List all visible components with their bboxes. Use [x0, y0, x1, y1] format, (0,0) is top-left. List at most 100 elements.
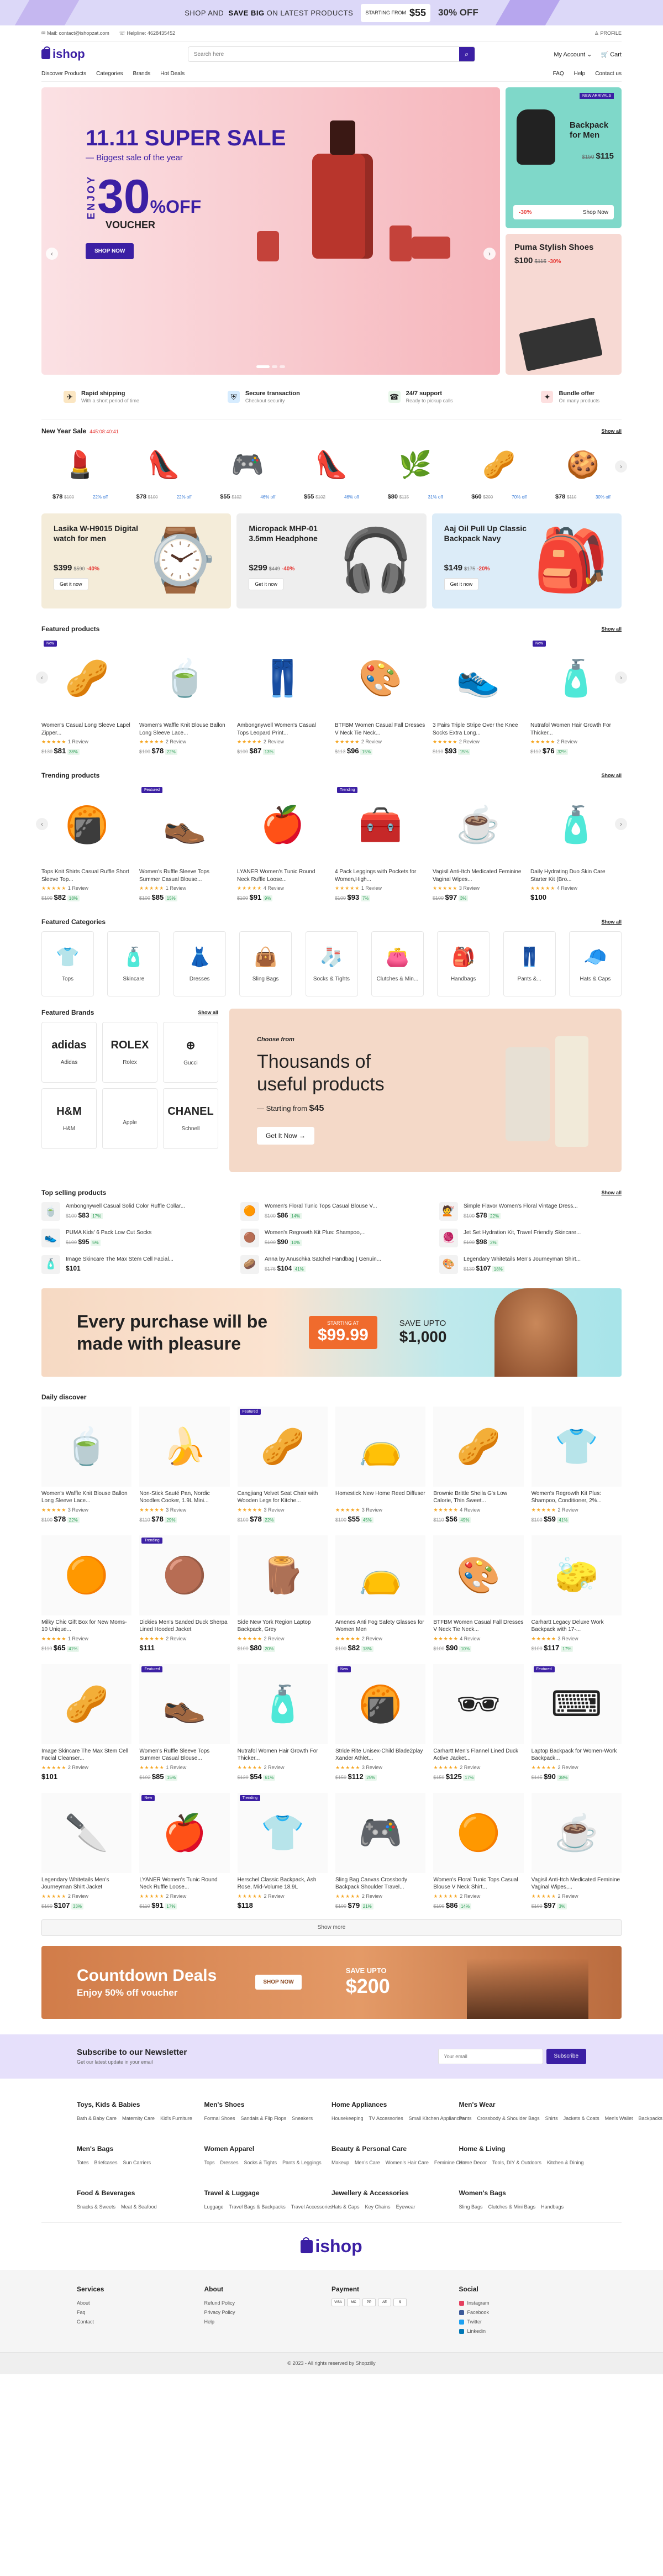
product-card[interactable]: 👕 Women's Regrowth Kit Plus: Shampoo, Co… — [531, 1406, 622, 1523]
show-all-link[interactable]: Show all — [601, 1190, 622, 1195]
product-card[interactable]: 🍌 Non-Stick Sauté Pan, Nordic Noodles Co… — [139, 1406, 230, 1523]
promo-card-backpack[interactable]: NEW ARRIVALS Backpack for Men $150 $115 … — [506, 87, 622, 228]
account-menu[interactable]: My Account ⌄ — [554, 51, 592, 58]
product-card[interactable]: 🍵 Women's Waffle Knit Blouse Ballon Long… — [139, 638, 230, 755]
get-it-now-button[interactable]: Get it now — [444, 578, 479, 591]
topbar-phone[interactable]: ☏ Helpline: 4628435452 — [119, 30, 175, 36]
product-card[interactable]: 🟠 Milky Chic Gift Box for New Moms- 10 U… — [41, 1535, 132, 1652]
cart-button[interactable]: 🛒 Cart — [601, 51, 622, 58]
show-all-link[interactable]: Show all — [601, 919, 622, 925]
card-bar[interactable]: -30% Shop Now — [513, 205, 614, 219]
category-tile[interactable]: 👕 Tops — [41, 931, 94, 996]
top-selling-item[interactable]: 🍵 Ambongnywell Casual Solid Color Ruffle … — [41, 1202, 224, 1221]
footer-category-link[interactable]: Sneakers — [292, 2116, 313, 2121]
sale-item[interactable]: 🎮 $55 $102 46% off — [220, 440, 275, 501]
show-all-link[interactable]: Show all — [601, 428, 622, 434]
footer-category-link[interactable]: Eyewear — [396, 2204, 415, 2210]
shop-now-button[interactable]: SHOP NOW — [255, 1975, 302, 1990]
footer-category-link[interactable]: Travel Accessories — [291, 2204, 333, 2210]
product-card[interactable]: ⌨ Featured Laptop Backpack for Women-Work… — [531, 1664, 622, 1781]
top-selling-item[interactable]: 🟠 Women's Floral Tunic Tops Casual Blouse… — [240, 1202, 423, 1221]
footer-category-heading[interactable]: Home & Living — [459, 2145, 587, 2153]
footer-category-heading[interactable]: Travel & Luggage — [204, 2189, 332, 2197]
chevron-left-icon[interactable]: ‹ — [46, 248, 58, 260]
search-input[interactable] — [188, 47, 459, 61]
top-selling-item[interactable]: 🥔 Anna by Anuschka Satchel Handbag | Genu… — [240, 1255, 423, 1274]
get-it-now-button[interactable]: Get It Now → — [257, 1126, 315, 1145]
product-card[interactable]: 🎨 BTFBM Women Casual Fall Dresses V Neck… — [335, 638, 426, 755]
promo-card-shoes[interactable]: Puma Stylish Shoes $100 $115 -30% — [506, 234, 622, 375]
footer-category-link[interactable]: Clutches & Mini Bags — [488, 2204, 536, 2210]
footer-category-link[interactable]: Pants — [459, 2116, 472, 2121]
show-all-link[interactable]: Show all — [601, 773, 622, 778]
footer-category-heading[interactable]: Men's Bags — [77, 2145, 204, 2153]
product-card[interactable]: 🍵 Women's Waffle Knit Blouse Ballon Long… — [41, 1406, 132, 1523]
product-card[interactable]: 🍘 New Stride Rite Unisex-Child Blade2play… — [335, 1664, 426, 1781]
footer-category-heading[interactable]: Men's Wear — [459, 2101, 587, 2108]
instagram-link[interactable]: Instagram — [459, 2299, 587, 2308]
footer-category-link[interactable]: Tops — [204, 2160, 215, 2165]
sale-item[interactable]: 🍪 $78 $110 30% off — [555, 440, 611, 501]
footer-category-link[interactable]: Key Chains — [365, 2204, 391, 2210]
product-card[interactable]: 🔪 Legendary Whitetails Men's Journeyman … — [41, 1792, 132, 1909]
show-more-button[interactable]: Show more — [41, 1919, 622, 1936]
product-card[interactable]: 🎮 Sling Bag Canvas Crossbody Backpack Sh… — [335, 1792, 426, 1909]
logo[interactable]: ishop — [41, 46, 85, 61]
deal-card[interactable]: Micropack MHP-01 3.5mm Headphone $299 $44… — [236, 513, 427, 608]
product-card[interactable]: ☕ Vagisil Anti-Itch Medicated Feminine V… — [531, 1792, 622, 1909]
brand-tile[interactable]: H&M H&M — [41, 1088, 97, 1149]
chevron-left-icon[interactable]: ‹ — [36, 671, 48, 684]
hero-shop-button[interactable]: SHOP NOW — [86, 243, 134, 260]
email-field[interactable] — [438, 2048, 543, 2064]
footer-category-link[interactable]: Sandals & Flip Flops — [241, 2116, 287, 2121]
top-selling-item[interactable]: 👟 PUMA Kids' 6 Pack Low Cut Socks $100 $95… — [41, 1228, 224, 1247]
countdown-banner[interactable]: Countdown Deals Enjoy 50% off voucher SHO… — [41, 1945, 622, 2019]
footer-link[interactable]: About — [77, 2299, 204, 2308]
show-all-link[interactable]: Show all — [198, 1010, 218, 1015]
sale-item[interactable]: 👠 $55 $102 46% off — [304, 440, 359, 501]
product-card[interactable]: 🥜 Image Skincare The Max Stem Cell Facia… — [41, 1664, 132, 1781]
category-tile[interactable]: 👜 Sling Bags — [239, 931, 292, 996]
product-card[interactable]: 🕶 Carhartt Men's Flannel Lined Duck Acti… — [433, 1664, 524, 1781]
footer-category-link[interactable]: Meat & Seafood — [121, 2204, 157, 2210]
top-selling-item[interactable]: 🧴 Image Skincare The Max Stem Cell Facial… — [41, 1255, 224, 1274]
product-card[interactable]: 🍎 New LYANER Women's Tunic Round Neck Ruf… — [139, 1792, 230, 1909]
product-card[interactable]: 👕 Trending Herschel Classic Backpack, Ash… — [237, 1792, 328, 1909]
hero-slider[interactable]: 11.11 SUPER SALE — Biggest sale of the y… — [41, 87, 500, 375]
footer-link[interactable]: Refund Policy — [204, 2299, 332, 2308]
category-tile[interactable]: 👖 Pants &... — [503, 931, 556, 996]
deal-card[interactable]: Lasika W-H9015 Digital watch for men $399… — [41, 513, 231, 608]
nav-categories[interactable]: Categories — [96, 71, 123, 77]
product-card[interactable]: 🎨 BTFBM Women Casual Fall Dresses V Neck… — [433, 1535, 524, 1652]
nav-faq[interactable]: FAQ — [553, 71, 564, 77]
top-selling-item[interactable]: 🎨 Legendary Whitetails Men's Journeyman S… — [439, 1255, 622, 1274]
show-all-link[interactable]: Show all — [601, 626, 622, 632]
footer-category-link[interactable]: Bath & Baby Care — [77, 2116, 117, 2121]
footer-category-link[interactable]: Housekeeping — [332, 2116, 364, 2121]
footer-category-heading[interactable]: Home Appliances — [332, 2101, 459, 2108]
product-card[interactable]: 👞 Featured Women's Ruffle Sleeve Tops Sum… — [139, 785, 230, 901]
footer-category-link[interactable]: Formal Shoes — [204, 2116, 235, 2121]
purchase-banner[interactable]: Every purchase will be made with pleasur… — [41, 1288, 622, 1377]
twitter-link[interactable]: Twitter — [459, 2317, 587, 2327]
sale-item[interactable]: 👠 $78 $100 22% off — [136, 440, 192, 501]
top-selling-item[interactable]: 🟤 Women's Regrowth Kit Plus: Shampoo,... $… — [240, 1228, 423, 1247]
footer-link[interactable]: Faq — [77, 2308, 204, 2317]
footer-category-link[interactable]: Crossbody & Shoulder Bags — [477, 2116, 540, 2121]
product-card[interactable]: 👝 Amenes Anti Fog Safety Glasses for Wom… — [335, 1535, 426, 1652]
footer-category-link[interactable]: Travel Bags & Backpacks — [229, 2204, 286, 2210]
deal-card[interactable]: Aaj Oil Pull Up Classic Backpack Navy $14… — [432, 513, 622, 608]
product-card[interactable]: 🍎 LYANER Women's Tunic Round Neck Ruffle… — [237, 785, 328, 901]
footer-category-link[interactable]: TV Accessories — [369, 2116, 403, 2121]
product-card[interactable]: 👝 Homestick New Home Reed Diffuser ★★★★★… — [335, 1406, 426, 1523]
chevron-right-icon[interactable]: › — [483, 248, 496, 260]
product-card[interactable]: 👟 3 Pairs Triple Stripe Over the Knee So… — [433, 638, 524, 755]
product-card[interactable]: 👖 Ambongnywell Women's Casual Tops Leopa… — [237, 638, 328, 755]
footer-category-link[interactable]: Kid's Furniture — [160, 2116, 192, 2121]
category-tile[interactable]: 🧢 Hats & Caps — [569, 931, 622, 996]
brand-tile[interactable]: CHANEL Schnell — [163, 1088, 218, 1149]
nav-brands[interactable]: Brands — [133, 71, 151, 77]
footer-category-link[interactable]: Handbags — [541, 2204, 564, 2210]
product-card[interactable]: ☕ Vagisil Anti-Itch Medicated Feminine V… — [433, 785, 524, 901]
footer-category-link[interactable]: Briefcases — [94, 2160, 118, 2165]
